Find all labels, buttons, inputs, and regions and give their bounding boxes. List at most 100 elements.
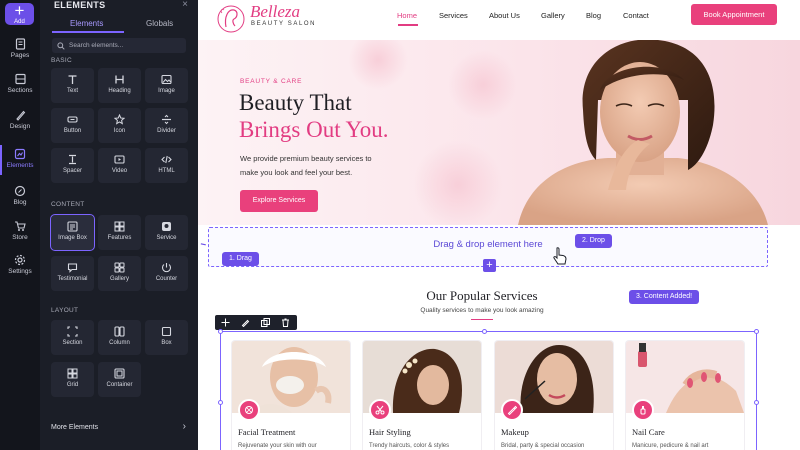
element-box[interactable]: Box — [145, 320, 188, 355]
hero-portrait-image — [518, 40, 768, 225]
add-button[interactable]: + Add — [5, 2, 34, 25]
resize-handle[interactable] — [218, 400, 223, 405]
hero-text: We provide premium beauty services to ma… — [240, 154, 372, 177]
element-gallery[interactable]: Gallery — [98, 256, 141, 291]
edit-icon[interactable] — [241, 318, 250, 327]
container-icon — [114, 368, 125, 379]
service-card-hair[interactable]: Hair Styling Trendy haircuts, color & st… — [363, 341, 481, 450]
move-icon[interactable] — [221, 318, 230, 327]
rail-item-design[interactable]: Design — [0, 109, 40, 130]
section-label-layout: LAYOUT — [51, 307, 79, 314]
resize-handle[interactable] — [218, 329, 223, 334]
drop-zone-text: Drag & drop element here — [433, 239, 543, 250]
element-spacer[interactable]: Spacer — [51, 148, 94, 183]
rail-label: Elements — [6, 162, 34, 169]
element-image-box[interactable]: Image Box — [50, 214, 95, 251]
services-title: Our Popular Services — [426, 288, 538, 303]
explore-services-button[interactable]: Explore Services — [240, 190, 318, 212]
card-title: Nail Care — [632, 427, 665, 437]
nav-blog[interactable]: Blog — [586, 11, 601, 20]
element-button[interactable]: Button — [51, 108, 94, 143]
element-container[interactable]: Container — [98, 362, 141, 397]
pages-icon — [15, 38, 25, 50]
element-testimonial[interactable]: Testimonial — [51, 256, 94, 291]
heading-icon — [115, 75, 124, 84]
close-icon[interactable]: × — [182, 0, 188, 10]
service-card-makeup[interactable]: Makeup Bridal, party & special occasion — [495, 341, 613, 450]
element-column[interactable]: Column — [98, 320, 141, 355]
testimonial-icon — [67, 263, 78, 273]
element-video[interactable]: Video — [98, 148, 141, 183]
duplicate-icon[interactable] — [261, 318, 270, 327]
element-image[interactable]: Image — [145, 68, 188, 103]
gallery-icon — [114, 262, 125, 273]
nav-gallery[interactable]: Gallery — [541, 11, 565, 20]
rail-item-pages[interactable]: Pages — [0, 38, 40, 59]
add-element-plus-button[interactable]: + — [483, 259, 496, 272]
tile-label: Section — [62, 340, 83, 346]
element-section[interactable]: Section — [51, 320, 94, 355]
star-icon — [114, 114, 125, 125]
rail-item-sections[interactable]: Sections — [0, 73, 40, 94]
code-icon — [161, 155, 172, 164]
rail-label: Pages — [10, 52, 30, 59]
element-service[interactable]: Service — [145, 215, 188, 250]
element-html[interactable]: HTML — [145, 148, 188, 183]
element-counter[interactable]: Counter — [145, 256, 188, 291]
element-text[interactable]: Text — [51, 68, 94, 103]
tab-globals[interactable]: Globals — [146, 19, 173, 28]
search-icon — [57, 42, 65, 50]
section-label-basic: BASIC — [51, 57, 73, 64]
rail-item-settings[interactable]: Settings — [0, 254, 40, 275]
nav-about[interactable]: About Us — [489, 11, 520, 20]
title-divider — [471, 319, 493, 320]
tile-label: Column — [109, 340, 130, 346]
tile-label: Image Box — [58, 235, 87, 241]
tile-label: Service — [156, 235, 177, 241]
card-title: Facial Treatment — [238, 427, 296, 437]
rail-item-store[interactable]: Store — [0, 220, 40, 241]
service-card-facial[interactable]: Facial Treatment Rejuvenate your skin wi… — [232, 341, 350, 450]
button-icon — [67, 116, 78, 123]
service-icon — [162, 222, 171, 231]
chevron-right-icon[interactable]: › — [183, 421, 186, 432]
rail-label: Blog — [13, 199, 27, 206]
element-features[interactable]: Features — [98, 215, 141, 250]
section-label-content: CONTENT — [51, 201, 85, 208]
element-divider[interactable]: Divider — [145, 108, 188, 143]
book-appointment-button[interactable]: Book Appointment — [691, 4, 777, 25]
tile-label: Testimonial — [57, 276, 88, 282]
hero-title-line1: Beauty That — [239, 90, 352, 115]
nav-home[interactable]: Home — [397, 11, 417, 20]
tab-underline — [52, 31, 124, 33]
tile-label: Button — [63, 128, 82, 134]
tab-elements[interactable]: Elements — [70, 19, 103, 28]
tile-label: Icon — [113, 128, 126, 134]
image-box-icon — [67, 221, 78, 232]
resize-handle[interactable] — [754, 400, 759, 405]
blog-icon — [14, 185, 26, 197]
tile-label: HTML — [158, 168, 175, 174]
card-description: Manicure, pedicure & nail art — [632, 443, 709, 449]
nav-active-underline — [398, 24, 418, 26]
grid-icon — [67, 368, 78, 379]
resize-handle[interactable] — [482, 329, 487, 334]
element-grid[interactable]: Grid — [51, 362, 94, 397]
delete-icon[interactable] — [281, 318, 290, 327]
drop-zone[interactable]: Drag & drop element here + — [208, 227, 768, 272]
more-elements-link[interactable]: More Elements — [51, 424, 98, 431]
search-input[interactable]: Search elements... — [52, 38, 186, 53]
hero-title-line2: Brings Out You. — [239, 117, 389, 142]
section-icon — [67, 326, 78, 337]
resize-handle[interactable] — [754, 329, 759, 334]
nav-contact[interactable]: Contact — [623, 11, 649, 20]
card-description: Rejuvenate your skin with our — [238, 443, 317, 449]
gear-icon — [14, 254, 26, 266]
service-card-nails[interactable]: Nail Care Manicure, pedicure & nail art — [626, 341, 744, 450]
rail-item-blog[interactable]: Blog — [0, 185, 40, 206]
logo-tagline: BEAUTY SALON — [251, 21, 317, 27]
element-icon[interactable]: Icon — [98, 108, 141, 143]
element-heading[interactable]: Heading — [98, 68, 141, 103]
nav-services[interactable]: Services — [439, 11, 468, 20]
rail-item-elements[interactable]: Elements — [0, 148, 40, 169]
